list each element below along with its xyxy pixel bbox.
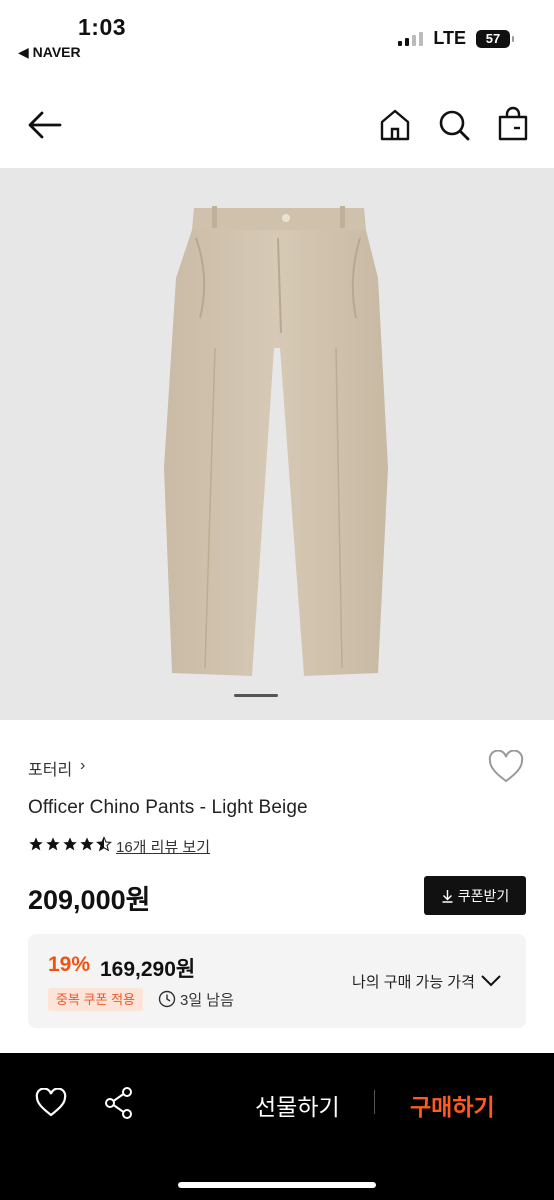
clock-icon bbox=[158, 990, 176, 1008]
battery-icon: 57 bbox=[476, 29, 514, 48]
product-title: Officer Chino Pants - Light Beige bbox=[28, 797, 308, 818]
my-price-toggle[interactable]: 나의 구매 가능 가격 bbox=[352, 971, 475, 992]
get-coupon-label: 쿠폰받기 bbox=[457, 887, 510, 904]
search-icon[interactable] bbox=[437, 108, 471, 142]
duplicate-coupon-badge: 중복 쿠폰 적용 bbox=[48, 988, 143, 1011]
product-image[interactable] bbox=[0, 168, 554, 720]
star-full-icon bbox=[80, 837, 94, 851]
star-full-icon bbox=[46, 837, 60, 851]
chevron-right-icon[interactable]: › bbox=[80, 757, 85, 775]
buy-button[interactable]: 구매하기 bbox=[410, 1088, 495, 1122]
signal-icon bbox=[398, 31, 424, 46]
back-to-app-link[interactable]: ◀ NAVER bbox=[18, 44, 81, 61]
reviews-link[interactable]: 16개 리뷰 보기 bbox=[116, 836, 210, 857]
product-price: 209,000원 bbox=[28, 885, 151, 915]
get-coupon-button[interactable]: 쿠폰받기 bbox=[424, 876, 526, 915]
home-indicator bbox=[178, 1182, 376, 1188]
gift-button[interactable]: 선물하기 bbox=[255, 1088, 340, 1122]
discount-percent: 19% bbox=[48, 953, 91, 976]
time-remaining: 3일 남음 bbox=[180, 992, 234, 1009]
shopping-bag-icon[interactable] bbox=[496, 106, 530, 142]
star-full-icon bbox=[29, 837, 43, 851]
rating-stars bbox=[28, 836, 112, 852]
battery-level: 57 bbox=[485, 31, 501, 46]
discount-price: 169,290원 bbox=[100, 958, 196, 981]
network-type: LTE bbox=[433, 28, 466, 48]
image-pager-indicator bbox=[234, 694, 278, 697]
chevron-down-icon[interactable] bbox=[480, 970, 502, 990]
chino-pants-image bbox=[164, 206, 388, 676]
star-half-icon bbox=[96, 836, 112, 852]
brand-link[interactable]: 포터리 bbox=[28, 756, 72, 780]
status-indicators: LTE 57 bbox=[398, 28, 514, 49]
home-icon[interactable] bbox=[378, 108, 412, 142]
back-arrow-icon[interactable] bbox=[26, 108, 64, 142]
divider bbox=[374, 1090, 375, 1114]
bottom-action-bar bbox=[0, 1053, 554, 1200]
status-time: 1:03 bbox=[78, 14, 127, 40]
wishlist-heart-icon[interactable] bbox=[487, 750, 525, 784]
download-icon bbox=[442, 889, 453, 903]
share-icon[interactable] bbox=[104, 1086, 134, 1120]
heart-icon[interactable] bbox=[35, 1088, 67, 1118]
star-full-icon bbox=[63, 837, 77, 851]
